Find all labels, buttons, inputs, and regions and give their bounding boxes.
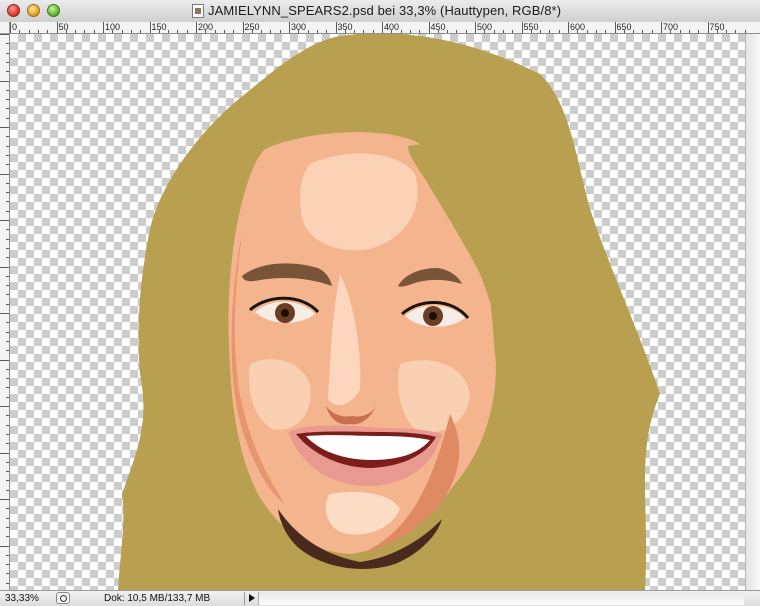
window-title: JAMIELYNN_SPEARS2.psd bei 33,3% (Hauttyp…	[208, 3, 562, 18]
ruler-major-tick	[335, 22, 337, 33]
document-size: Dok: 10,5 MB/133,7 MB	[104, 593, 211, 604]
ruler-minor-tick	[0, 80, 9, 82]
ruler-major-tick	[242, 22, 244, 33]
ruler-minor-tick	[0, 34, 9, 35]
ruler-major-tick	[56, 22, 58, 33]
zoom-button[interactable]	[47, 4, 60, 17]
title-bar[interactable]: JAMIELYNN_SPEARS2.psd bei 33,3% (Hauttyp…	[0, 0, 760, 23]
ruler-minor-tick	[0, 127, 9, 128]
ruler-label: 0	[12, 22, 18, 32]
zoom-level-field[interactable]: 33,33%	[2, 592, 52, 605]
ruler-major-tick	[196, 22, 197, 33]
ruler-label: 50	[58, 22, 69, 32]
photoshop-document-window: JAMIELYNN_SPEARS2.psd bei 33,3% (Hauttyp…	[0, 0, 760, 606]
right-pupil	[429, 312, 437, 320]
ruler-major-tick	[521, 22, 523, 33]
close-button[interactable]	[7, 4, 20, 17]
ruler-major-tick	[149, 22, 151, 33]
ruler-major-tick	[614, 22, 616, 33]
horizontal-scrollbar[interactable]	[258, 592, 744, 605]
ruler-minor-tick	[0, 266, 9, 268]
ruler-major-tick	[475, 22, 476, 33]
ruler-minor-tick	[0, 173, 9, 175]
status-menu-icon[interactable]	[56, 592, 70, 604]
left-pupil	[281, 309, 289, 317]
status-bar: 33,33% Dok: 10,5 MB/133,7 MB	[0, 590, 760, 606]
artwork-illustration	[118, 34, 660, 590]
horizontal-ruler[interactable]: 0 50 100 150 200 250 300 350 400 450 500 550 600 650 7…	[10, 22, 760, 34]
ruler-minor-tick	[0, 452, 9, 454]
ruler-major-tick	[289, 22, 290, 33]
ruler-major-tick	[568, 22, 569, 33]
ruler-major-tick	[382, 22, 383, 33]
ruler-major-tick	[661, 22, 662, 33]
ruler-minor-tick	[0, 406, 9, 407]
ruler-minor-tick	[0, 220, 9, 221]
ruler-minor-tick	[0, 359, 9, 361]
minimize-button[interactable]	[27, 4, 40, 17]
ruler-major-tick	[103, 22, 104, 33]
psd-document-icon	[192, 4, 204, 18]
vertical-ruler[interactable]	[0, 34, 10, 590]
play-arrow-icon[interactable]	[244, 592, 257, 605]
document-canvas[interactable]	[10, 34, 745, 590]
ruler-major-tick	[10, 22, 11, 33]
ruler-major-tick	[707, 22, 709, 33]
ruler-minor-tick	[0, 499, 9, 500]
ruler-minor-tick	[0, 545, 9, 547]
ruler-origin[interactable]	[0, 22, 10, 34]
vertical-scrollbar[interactable]	[745, 34, 760, 590]
ruler-major-tick	[428, 22, 430, 33]
ruler-minor-tick	[0, 313, 9, 314]
